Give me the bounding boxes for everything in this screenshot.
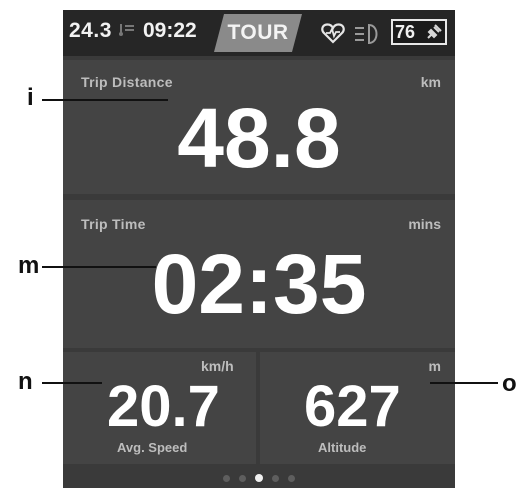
altitude-unit: m <box>428 358 441 374</box>
thermometer-icon <box>119 24 134 36</box>
status-bar: 24.3 09:22 TOUR 76 <box>63 10 455 56</box>
trip-distance-unit: km <box>420 74 441 90</box>
avg-speed-value: 20.7 <box>107 374 220 439</box>
avg-speed-label: Avg. Speed <box>117 440 188 455</box>
display-screen: 24.3 09:22 TOUR 76 Trip Distance km 48.8… <box>63 10 455 488</box>
date-readout: 24.3 <box>69 19 112 42</box>
callout-n-letter: n <box>18 368 33 395</box>
callout-o-letter: o <box>502 370 517 397</box>
trip-time-unit: mins <box>408 216 441 232</box>
riding-mode-label: TOUR <box>227 21 289 44</box>
plug-icon <box>427 24 442 39</box>
page-dot[interactable] <box>272 474 279 482</box>
page-dot[interactable] <box>288 474 295 482</box>
heart-rate-icon <box>321 22 345 49</box>
callout-n-line <box>42 382 102 384</box>
temperature-mark <box>119 23 137 39</box>
trip-time-panel: Trip Time mins 02:35 <box>63 200 455 348</box>
headlight-icon <box>353 22 383 51</box>
battery-indicator: 76 <box>391 19 447 45</box>
callout-m-letter: m <box>18 252 40 279</box>
riding-mode-badge[interactable]: TOUR <box>214 14 302 52</box>
callout-i-letter: i <box>27 84 34 111</box>
clock-readout: 09:22 <box>143 19 197 42</box>
callout-o-line <box>430 382 498 384</box>
callout-m-line <box>42 266 156 268</box>
trip-distance-panel: Trip Distance km 48.8 <box>63 60 455 194</box>
page-indicator[interactable] <box>63 468 455 488</box>
trip-distance-value: 48.8 <box>177 91 341 185</box>
avg-speed-panel: km/h 20.7 Avg. Speed <box>63 352 256 464</box>
altitude-label: Altitude <box>318 440 367 455</box>
altitude-panel: m 627 Altitude <box>260 352 455 464</box>
callout-i-line <box>42 99 168 101</box>
page-dot[interactable] <box>239 474 246 482</box>
avg-speed-unit: km/h <box>201 358 234 374</box>
altitude-value: 627 <box>304 374 401 439</box>
battery-percent: 76 <box>395 22 416 42</box>
trip-distance-label: Trip Distance <box>81 74 173 90</box>
page-dot-active[interactable] <box>255 474 263 482</box>
trip-time-value: 02:35 <box>151 237 367 331</box>
page-dot[interactable] <box>223 474 230 482</box>
trip-time-label: Trip Time <box>81 216 146 232</box>
